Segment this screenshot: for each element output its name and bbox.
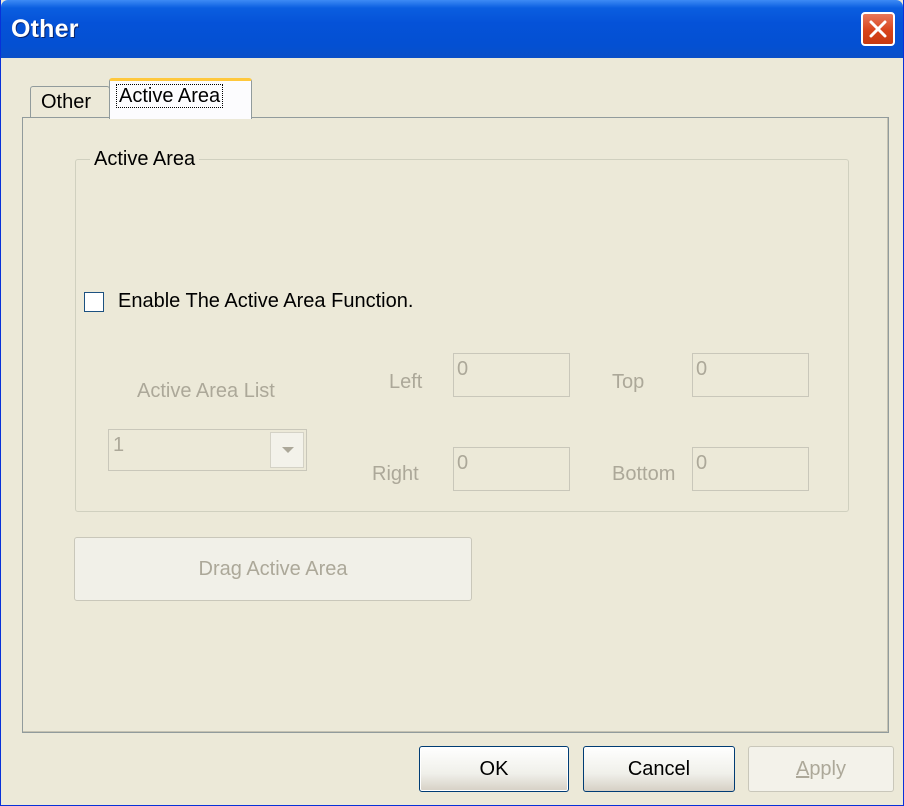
active-area-groupbox: Active Area Enable The Active Area Funct…	[75, 148, 849, 512]
active-area-list-value: 1	[113, 434, 125, 456]
active-area-list-label: Active Area List	[137, 380, 275, 402]
tab-panel: Active Area Enable The Active Area Funct…	[22, 117, 889, 733]
chevron-down-icon	[282, 447, 294, 453]
ok-button[interactable]: OK	[419, 746, 569, 792]
apply-accelerator: A	[795, 758, 810, 780]
left-field[interactable]: 0	[453, 353, 570, 397]
groupbox-legend: Active Area	[90, 148, 200, 171]
dropdown-button[interactable]	[270, 432, 304, 468]
apply-button[interactable]: Apply	[748, 746, 894, 792]
tab-other-label: Other	[41, 91, 92, 113]
title-bar[interactable]: Other	[1, 0, 903, 58]
close-icon	[869, 20, 887, 38]
apply-label-rest: pply	[809, 758, 847, 780]
enable-active-area-label: Enable The Active Area Function.	[118, 290, 414, 312]
right-label: Right	[372, 463, 419, 485]
enable-active-area-row[interactable]: Enable The Active Area Function.	[84, 290, 413, 313]
tab-other[interactable]: Other	[30, 86, 110, 117]
cancel-button[interactable]: Cancel	[583, 746, 735, 792]
left-label: Left	[389, 371, 423, 393]
bottom-field[interactable]: 0	[692, 447, 809, 491]
active-area-list-select[interactable]: 1	[108, 429, 307, 471]
right-field[interactable]: 0	[453, 447, 570, 491]
top-field[interactable]: 0	[692, 353, 809, 397]
close-button[interactable]	[861, 12, 895, 46]
bottom-label: Bottom	[612, 463, 676, 485]
tab-active-area[interactable]: Active Area	[109, 78, 252, 119]
tab-active-area-label: Active Area	[116, 84, 224, 108]
top-label: Top	[612, 371, 645, 393]
window-title: Other	[11, 15, 79, 43]
drag-active-area-button[interactable]: Drag Active Area	[74, 537, 472, 601]
enable-active-area-checkbox[interactable]	[84, 291, 104, 312]
dialog-window: Other Other Active Area Active Area Enab…	[0, 0, 904, 806]
